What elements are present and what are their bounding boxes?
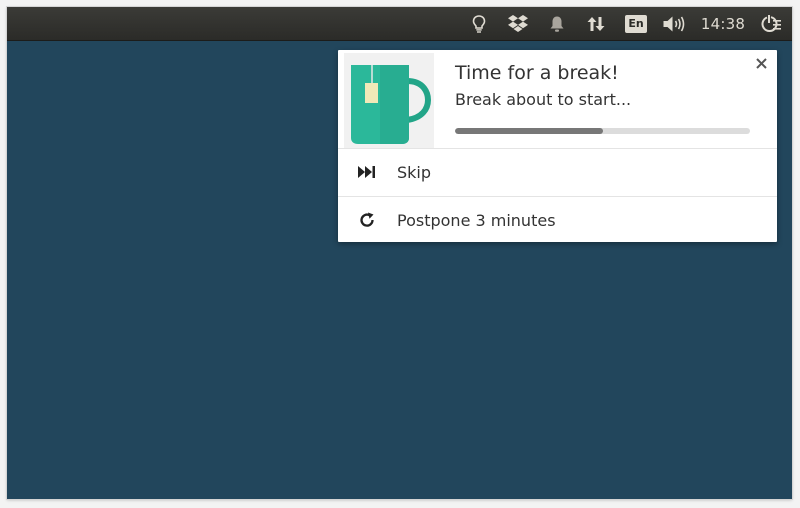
volume-icon[interactable] (660, 7, 688, 40)
top-panel: En 14:38 (7, 7, 792, 41)
skip-button[interactable]: Skip (338, 149, 777, 195)
lightbulb-icon[interactable] (467, 7, 491, 40)
network-arrows-icon[interactable] (583, 7, 609, 40)
keyboard-layout-label: En (625, 14, 647, 33)
notification-title: Time for a break! (455, 62, 619, 84)
clock[interactable]: 14:38 (697, 7, 749, 40)
postpone-label: Postpone 3 minutes (397, 210, 556, 230)
clock-time: 14:38 (700, 14, 746, 33)
desktop: En 14:38 Time for a break! Break about t… (7, 7, 792, 499)
progress-fill (455, 128, 603, 134)
skip-forward-icon (358, 163, 376, 181)
notification-message: Break about to start... (455, 90, 632, 109)
session-menu-icon[interactable] (758, 7, 784, 40)
refresh-icon (358, 211, 376, 229)
tea-mug-icon (344, 53, 434, 148)
postpone-button[interactable]: Postpone 3 minutes (338, 197, 777, 243)
skip-label: Skip (397, 162, 432, 182)
break-notification: Time for a break! Break about to start..… (338, 50, 777, 242)
keyboard-layout-indicator[interactable]: En (622, 7, 650, 40)
break-progress-bar (455, 128, 750, 134)
bell-icon[interactable] (545, 7, 569, 40)
close-icon[interactable] (753, 55, 769, 71)
dropbox-icon[interactable] (505, 7, 531, 40)
